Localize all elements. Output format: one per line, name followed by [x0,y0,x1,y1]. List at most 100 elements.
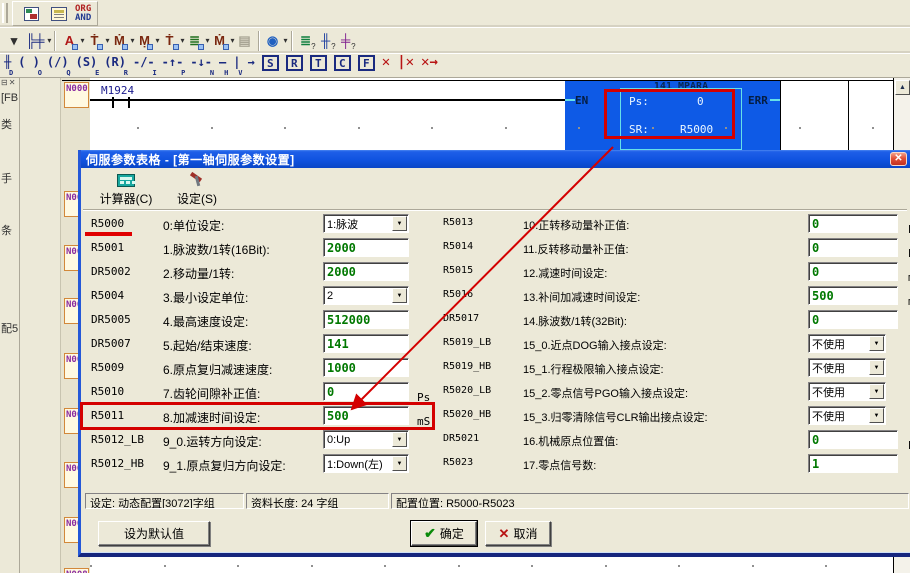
block-compare-icon[interactable]: ≣? [296,30,316,52]
instruction-list-icon[interactable]: ≣ [185,30,205,52]
param-input-dr5002[interactable] [323,262,409,281]
out-coil-icon[interactable]: ( )O [18,55,40,76]
param-select-r5012_lb[interactable]: 0:Up▼ [323,430,409,449]
set-default-button[interactable]: 设为默认值 [98,521,210,546]
io-map-icon[interactable] [19,3,43,24]
toolbar-separator [258,31,260,51]
param-select-r5004[interactable]: 2▼ [323,286,409,305]
param-input-r5023[interactable] [808,454,898,473]
chevron-down-icon[interactable]: ▾ [284,36,288,45]
ok-button[interactable]: ✔ 确定 [411,521,477,546]
param-label: 4.最高速度设定: [163,313,248,330]
box-t-icon[interactable]: T [310,55,327,76]
param-select-r5020_lb[interactable]: 不使用▼ [808,382,886,401]
timer-m-icon[interactable]: Ṁ [210,30,230,52]
chevron-down-icon[interactable]: ▼ [392,216,407,231]
chevron-down-icon[interactable]: ▼ [392,432,407,447]
vertical-line-icon: | [233,55,240,69]
counter-my-icon[interactable]: Ṁ [109,30,129,52]
counter-m-icon[interactable]: Ṃ [134,30,154,52]
delete-icon[interactable]: ✕ [382,55,390,76]
param-control [323,334,409,353]
contact-label-m1924[interactable]: M1924 [100,84,135,97]
box-r-icon[interactable]: R [286,55,303,76]
param-label: 6.原点复归减速速度: [163,361,272,378]
box-s-icon[interactable]: S [262,55,279,76]
reset-coil-icon[interactable]: (R)R [104,55,126,76]
contact-compare-icon[interactable]: ╪? [336,30,356,52]
grid-dot [578,127,580,129]
menu-calculator[interactable]: 计算器(C) [89,170,163,208]
scroll-up-button[interactable]: ▲ [895,80,910,95]
param-select-r5019_lb[interactable]: 不使用▼ [808,334,886,353]
network-label-n008[interactable]: N008 [64,568,89,573]
param-select-r5000[interactable]: 1:脉波▼ [323,214,409,233]
grid-dot [799,127,801,129]
set-coil-icon[interactable]: (S)E [76,55,98,76]
sub-letter: R [124,69,128,77]
ladder-editor-icon[interactable] [47,3,71,24]
param-input-dr5007[interactable] [323,334,409,353]
horizontal-line-icon[interactable]: —H [219,55,226,76]
chevron-down-icon[interactable]: ▼ [869,360,884,375]
chevron-down-icon[interactable]: ▾ [47,36,51,45]
chevron-down-icon[interactable]: ▼ [869,336,884,351]
not-coil-icon[interactable]: (/)Q [47,55,69,76]
param-control [808,286,898,305]
param-input-r5015[interactable] [808,262,898,281]
device-badge [72,44,78,50]
box-f-icon[interactable]: F [358,55,375,76]
delete-vline-icon[interactable]: |✕ [397,55,414,76]
timer-pulse-icon[interactable]: Ṫ [84,30,104,52]
find-monitor-icon[interactable]: ◉ [263,30,283,52]
chevron-down-icon[interactable]: ▼ [869,384,884,399]
param-input-r5001[interactable] [323,238,409,257]
delete-range-icon[interactable]: ✕→ [421,55,438,76]
param-input-r5014[interactable] [808,238,898,257]
toolbar-grip[interactable] [2,3,8,23]
box-c-icon[interactable]: C [334,55,351,76]
param-input-dr5021[interactable] [808,430,898,449]
chevron-down-icon[interactable]: ▼ [869,408,884,423]
chevron-down-icon[interactable]: ▼ [392,288,407,303]
timer-a-icon[interactable]: Ṫ [160,30,180,52]
param-label: 12.减速时间设定: [523,265,607,281]
block-sr-label: SR: [629,123,649,136]
rung-edit-icon[interactable]: ╠╪ [24,30,46,52]
caret-icon[interactable]: ▾ [4,30,24,52]
param-input-r5010[interactable] [323,382,409,401]
param-select-r5012_hb[interactable]: 1:Down(左)▼ [323,454,409,473]
panel-close-icon[interactable]: ⊟✕ [1,78,16,87]
param-input-r5009[interactable] [323,358,409,377]
close-icon[interactable]: ✕ [890,152,907,166]
cancel-button[interactable]: ✕ 取消 [485,521,551,546]
falling-edge-icon[interactable]: -↓-N [190,55,212,76]
chevron-down-icon[interactable]: ▼ [392,456,407,471]
param-input-r5011[interactable] [323,406,409,425]
param-input-r5016[interactable] [808,286,898,305]
param-row-r5019_lb: R5019_LB15_0.近点DOG输入接点设定:不使用▼ [441,332,910,356]
rung-compare-icon[interactable]: ╫? [316,30,336,52]
box-f-icon: F [358,55,375,71]
function-block-mpara[interactable]: 141 MPARA EN ERR Ps: 0 SR: R5000 [565,81,780,150]
param-control [808,430,898,449]
dialog-titlebar[interactable]: 伺服参数表格 - [第一轴伺服参数设置] [81,150,910,168]
param-input-dr5017[interactable] [808,310,898,329]
param-input-dr5005[interactable] [323,310,409,329]
rising-edge-icon[interactable]: -↑-P [162,55,184,76]
param-input-r5013[interactable] [808,214,898,233]
menu-settings[interactable]: 设定(S) [169,170,225,208]
param-select-r5020_hb[interactable]: 不使用▼ [808,406,886,425]
edit-instruction-icon[interactable]: A [59,30,79,52]
param-row-r5000: R50000:单位设定:1:脉波▼ [89,212,441,236]
and-contact-icon[interactable]: ╫D [4,55,11,76]
grid-column-line [848,80,849,150]
rising-edge-icon: -↑- [162,55,184,69]
not-contact-icon[interactable]: -/-I [133,55,155,76]
network-label-n000[interactable]: N000 [64,82,89,108]
data-card-disabled-icon[interactable]: ▤ [235,30,255,52]
param-select-r5019_hb[interactable]: 不使用▼ [808,358,886,377]
unit-label: mS [417,415,430,428]
arrow-right-icon[interactable]: → [248,55,255,76]
vertical-line-icon[interactable]: |V [233,55,240,76]
